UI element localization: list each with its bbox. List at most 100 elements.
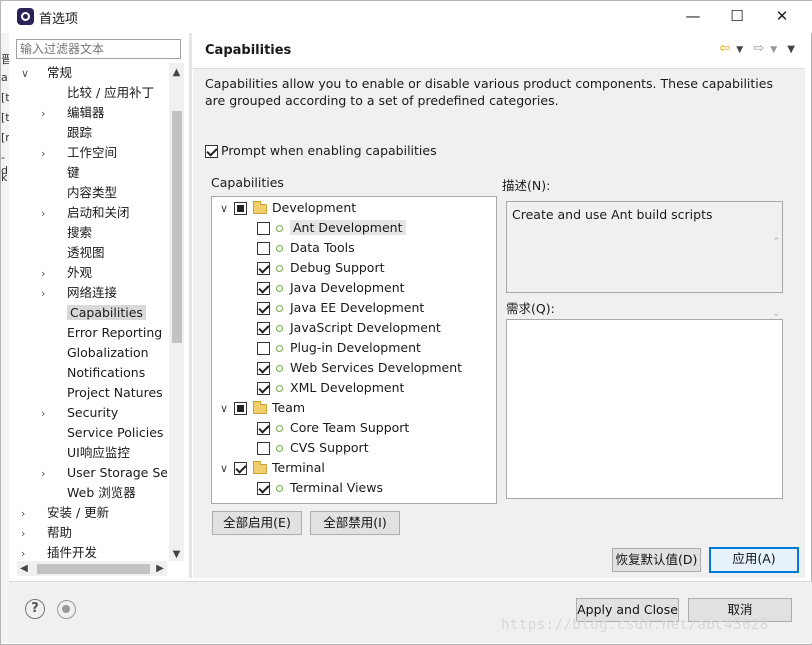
sidebar-vertical-scrollbar[interactable]: ▲ ▼ — [169, 63, 184, 561]
close-button[interactable]: ✕ — [762, 5, 802, 29]
capability-item[interactable]: Plug-in Development — [257, 338, 421, 358]
title-bar[interactable]: 首选项 — ☐ ✕ — [9, 1, 812, 33]
apply-button[interactable]: 应用(A) — [709, 547, 799, 573]
sidebar-item[interactable]: 透视图 — [41, 243, 105, 263]
filter-input[interactable] — [16, 39, 181, 59]
capability-label: Team — [272, 400, 306, 415]
capability-item[interactable]: Debug Support — [257, 258, 385, 278]
capability-checkbox[interactable] — [257, 302, 270, 315]
sidebar-item[interactable]: UI响应监控 — [41, 443, 130, 463]
enable-all-button[interactable]: 全部启用(E) — [212, 511, 302, 535]
sidebar-item[interactable]: › 插件开发 — [21, 543, 97, 563]
sidebar-item[interactable]: › 网络连接 — [41, 283, 117, 303]
minimize-button[interactable]: — — [673, 5, 713, 29]
forward-menu-chevron-icon[interactable]: ▼ — [770, 45, 777, 55]
capability-checkbox[interactable] — [257, 482, 270, 495]
scroll-down-icon[interactable]: ▼ — [169, 547, 184, 562]
sidebar-item[interactable]: Web 浏览器 — [41, 483, 136, 503]
chevron-right-icon[interactable]: › — [41, 204, 53, 224]
sidebar-item[interactable]: Project Natures — [41, 383, 163, 403]
chevron-right-icon[interactable]: › — [41, 104, 53, 124]
sidebar-item[interactable]: 跟踪 — [41, 123, 92, 143]
capability-item[interactable]: Web Services Development — [257, 358, 462, 378]
splitter[interactable] — [189, 33, 192, 578]
capability-checkbox[interactable] — [257, 222, 270, 235]
capability-item[interactable]: Java EE Development — [257, 298, 424, 318]
chevron-right-icon[interactable]: › — [41, 264, 53, 284]
sidebar-item[interactable]: Error Reporting — [41, 323, 162, 343]
forward-arrow-icon[interactable]: ⇨ — [753, 41, 764, 56]
chevron-down-icon[interactable]: ∨ — [220, 459, 234, 479]
view-menu-icon[interactable]: ▼ — [787, 44, 795, 55]
scroll-right-icon[interactable]: ▶ — [153, 561, 167, 576]
capability-item[interactable]: Terminal Views — [257, 478, 383, 498]
capability-checkbox[interactable] — [257, 322, 270, 335]
chevron-right-icon[interactable]: › — [41, 144, 53, 164]
capability-checkbox[interactable] — [234, 462, 247, 475]
horizontal-scrollbar-thumb[interactable] — [37, 564, 150, 574]
sidebar-item[interactable]: 搜索 — [41, 223, 92, 243]
sidebar-item[interactable]: › 编辑器 — [41, 103, 105, 123]
capability-checkbox[interactable] — [234, 202, 247, 215]
capability-category[interactable]: ∨ Team — [220, 398, 305, 418]
prompt-checkbox-row[interactable]: Prompt when enabling capabilities — [205, 143, 437, 158]
capability-item[interactable]: Ant Development — [257, 218, 406, 238]
capability-checkbox[interactable] — [257, 362, 270, 375]
sidebar-item[interactable]: › 安装 / 更新 — [21, 503, 109, 523]
sidebar-item[interactable]: › Security — [41, 403, 118, 423]
capability-category[interactable]: ∨ Development — [220, 198, 356, 218]
sidebar-item[interactable]: › 启动和关闭 — [41, 203, 130, 223]
sidebar-item[interactable]: › 工作空间 — [41, 143, 117, 163]
sidebar-item[interactable]: Capabilities — [41, 303, 146, 323]
sidebar-horizontal-scrollbar[interactable]: ◀ ▶ — [17, 561, 167, 576]
sidebar-item[interactable]: Service Policies — [41, 423, 163, 443]
chevron-right-icon[interactable]: › — [41, 404, 53, 424]
sidebar-item[interactable]: Notifications — [41, 363, 145, 383]
chevron-down-icon[interactable]: ∨ — [21, 64, 33, 84]
sidebar-item[interactable]: Globalization — [41, 343, 149, 363]
capability-item[interactable]: Data Tools — [257, 238, 355, 258]
scroll-up-icon[interactable]: ▲ — [169, 65, 184, 80]
back-arrow-icon[interactable]: ⇦ — [719, 41, 730, 56]
capability-checkbox[interactable] — [257, 342, 270, 355]
capability-checkbox[interactable] — [257, 442, 270, 455]
capability-checkbox[interactable] — [234, 402, 247, 415]
capability-item[interactable]: Java Development — [257, 278, 405, 298]
sidebar-item[interactable]: 比较 / 应用补丁 — [41, 83, 154, 103]
capability-item[interactable]: JavaScript Development — [257, 318, 441, 338]
chevron-right-icon[interactable]: › — [21, 504, 33, 524]
capability-checkbox[interactable] — [257, 262, 270, 275]
sidebar-item[interactable]: › 外观 — [41, 263, 92, 283]
sidebar-item-label: Globalization — [67, 345, 149, 360]
sidebar-item[interactable]: › User Storage Serv — [41, 463, 167, 483]
prompt-checkbox[interactable] — [205, 145, 218, 158]
sidebar-item[interactable]: › 帮助 — [21, 523, 72, 543]
capability-item[interactable]: Core Team Support — [257, 418, 409, 438]
capability-checkbox[interactable] — [257, 422, 270, 435]
capability-checkbox[interactable] — [257, 282, 270, 295]
chevron-right-icon[interactable]: › — [41, 464, 53, 484]
sidebar-item[interactable]: 键 — [41, 163, 80, 183]
capability-category[interactable]: ∨ Terminal — [220, 458, 325, 478]
window-title: 首选项 — [39, 12, 79, 27]
maximize-button[interactable]: ☐ — [717, 5, 757, 29]
chevron-down-icon[interactable]: ∨ — [220, 199, 234, 219]
capability-checkbox[interactable] — [257, 242, 270, 255]
capability-checkbox[interactable] — [257, 382, 270, 395]
sidebar-item[interactable]: 内容类型 — [41, 183, 117, 203]
chevron-down-icon[interactable]: ∨ — [220, 399, 234, 419]
chevron-right-icon[interactable]: › — [41, 284, 53, 304]
capability-item[interactable]: XML Development — [257, 378, 404, 398]
disable-all-button[interactable]: 全部禁用(I) — [310, 511, 400, 535]
scroll-left-icon[interactable]: ◀ — [17, 561, 31, 576]
chevron-right-icon[interactable]: › — [21, 524, 33, 544]
restore-defaults-button[interactable]: 恢复默认值(D) — [612, 548, 701, 572]
sidebar-item[interactable]: ∨ 常规 — [21, 63, 72, 83]
sidebar-item-label: 常规 — [47, 65, 73, 80]
scrollbar-thumb[interactable] — [172, 111, 182, 343]
back-menu-chevron-icon[interactable]: ▼ — [736, 45, 743, 55]
help-icon[interactable]: ? — [25, 599, 45, 619]
import-export-icon[interactable] — [57, 600, 76, 619]
strip-char: k — [1, 171, 8, 184]
capability-item[interactable]: CVS Support — [257, 438, 369, 458]
